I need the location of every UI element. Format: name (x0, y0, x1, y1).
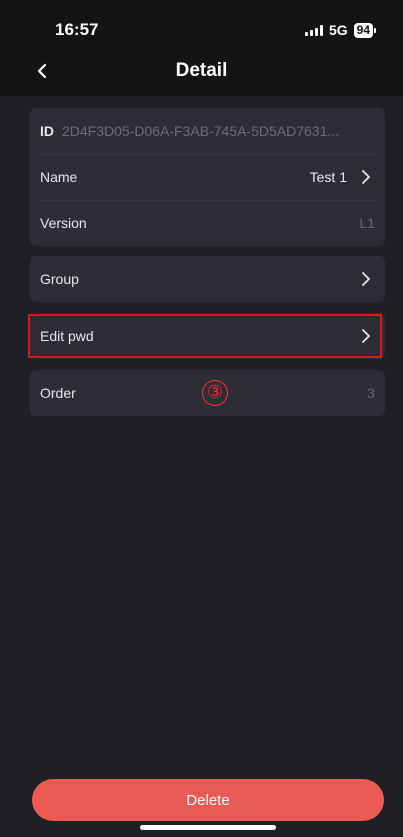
id-label: ID (40, 123, 54, 139)
chevron-right-icon (357, 168, 375, 186)
page-title: Detail (175, 60, 228, 81)
chevron-right-icon (357, 327, 375, 345)
name-value: Test 1 (309, 169, 347, 185)
step-marker: ③ (202, 380, 228, 406)
info-card: ID 2D4F3D05-D06A-F3AB-745A-5D5AD7631... … (30, 108, 385, 246)
status-indicators: 5G 94 (304, 22, 377, 38)
edit-pwd-row[interactable]: Edit pwd (30, 313, 385, 359)
id-value: 2D4F3D05-D06A-F3AB-745A-5D5AD7631... (62, 123, 340, 139)
group-card: Group (30, 256, 385, 302)
chevron-right-icon (357, 270, 375, 288)
version-row: Version L1 (30, 200, 385, 246)
group-row[interactable]: Group (30, 256, 385, 302)
edit-pwd-label: Edit pwd (40, 328, 94, 344)
order-label: Order (40, 385, 76, 401)
id-row: ID 2D4F3D05-D06A-F3AB-745A-5D5AD7631... (30, 108, 385, 154)
battery-icon: 94 (353, 22, 377, 38)
nav-bar: Detail (0, 46, 403, 96)
order-value: 3 (367, 385, 375, 401)
status-time: 16:57 (55, 20, 99, 39)
version-label: Version (40, 215, 87, 231)
edit-pwd-card: Edit pwd (30, 313, 385, 359)
name-row[interactable]: Name Test 1 (30, 154, 385, 200)
home-indicator (140, 825, 276, 830)
network-type: 5G (328, 22, 348, 38)
status-bar: 16:57 5G 94 (0, 0, 403, 46)
group-label: Group (40, 271, 79, 287)
signal-icon (304, 24, 323, 36)
delete-button[interactable]: Delete (32, 779, 384, 821)
name-label: Name (40, 169, 78, 185)
version-value: L1 (359, 215, 375, 231)
